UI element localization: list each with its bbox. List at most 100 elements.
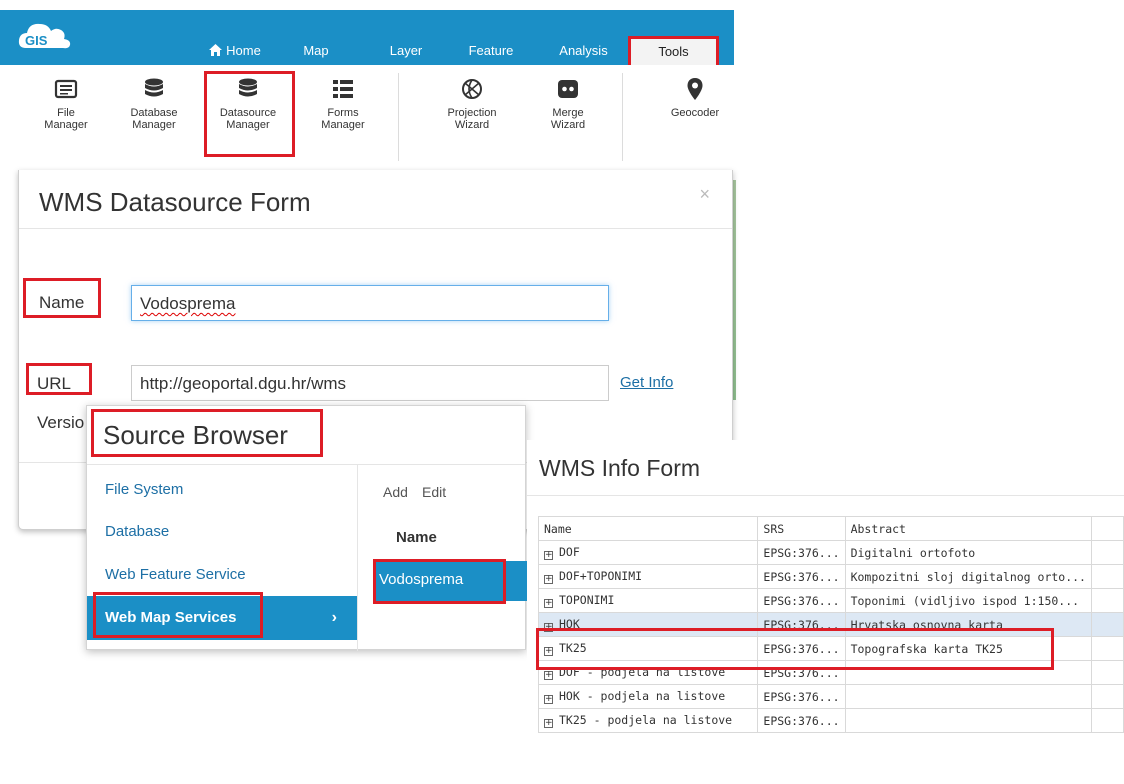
expand-icon[interactable]: + bbox=[544, 671, 553, 680]
row-abstract bbox=[844, 684, 1092, 709]
row-filler bbox=[1090, 540, 1124, 565]
row-name: TK25 - podjela na listove bbox=[559, 713, 733, 727]
row-filler bbox=[1090, 684, 1124, 709]
forms-manager-label-2: Manager bbox=[321, 119, 365, 131]
row-name: TOPONIMI bbox=[559, 593, 615, 607]
projection-wizard-label-2: Wizard bbox=[454, 119, 490, 131]
row-name-cell: + TOPONIMI bbox=[537, 588, 759, 613]
source-item-file-system[interactable]: File System bbox=[87, 468, 357, 512]
row-abstract bbox=[844, 708, 1092, 733]
nav-home-tab[interactable]: Home bbox=[200, 40, 270, 62]
tools-ribbon: File Manager Database Manager Datasource Ma… bbox=[0, 65, 734, 170]
column-header-name[interactable]: Name bbox=[537, 516, 759, 541]
row-filler bbox=[1090, 588, 1124, 613]
highlight-url-label bbox=[26, 363, 92, 395]
row-name: DOF+TOPONIMI bbox=[559, 569, 643, 583]
expand-icon[interactable]: + bbox=[544, 719, 553, 728]
row-abstract: Digitalni ortofoto bbox=[844, 540, 1092, 565]
table-row[interactable]: + DOF EPSG:376... Digitalni ortofoto bbox=[537, 540, 1124, 565]
divider bbox=[87, 464, 525, 465]
projection-wizard-button[interactable]: Projection Wizard bbox=[435, 77, 509, 131]
expand-icon[interactable]: + bbox=[544, 695, 553, 704]
nav-layer-label: Layer bbox=[389, 43, 423, 58]
nav-home-label: Home bbox=[226, 43, 261, 58]
merge-wizard-label-1: Merge bbox=[552, 107, 584, 119]
name-column-header: Name bbox=[396, 529, 437, 546]
version-label: Versio bbox=[37, 413, 85, 432]
row-filler bbox=[1090, 564, 1124, 589]
row-name-cell: + TK25 - podjela na listove bbox=[537, 708, 759, 733]
row-name-cell: + DOF bbox=[537, 540, 759, 565]
ribbon-separator bbox=[622, 73, 623, 161]
url-field[interactable]: http://geoportal.dgu.hr/wms bbox=[131, 365, 609, 401]
source-item-label: File System bbox=[105, 481, 184, 498]
row-abstract: Kompozitni sloj digitalnog orto... bbox=[844, 564, 1092, 589]
geocoder-label: Geocoder bbox=[670, 107, 720, 119]
database-manager-label-1: Database bbox=[130, 107, 178, 119]
row-srs: EPSG:376... bbox=[757, 588, 846, 613]
nav-tools-tab[interactable]: Tools bbox=[628, 36, 719, 68]
highlight-web-map-services bbox=[93, 592, 263, 638]
geocoder-button[interactable]: Geocoder bbox=[658, 77, 732, 119]
nav-feature-tab[interactable]: Feature bbox=[460, 40, 522, 62]
top-navigation: GIS Home Map Layer Feature Analysis Tool… bbox=[0, 10, 734, 68]
globe-projection-icon bbox=[462, 79, 482, 99]
column-header-srs[interactable]: SRS bbox=[757, 516, 846, 541]
table-header-row: Name SRS Abstract bbox=[537, 516, 1124, 541]
merge-icon bbox=[558, 80, 578, 98]
source-item-label: Database bbox=[105, 523, 170, 540]
nav-analysis-tab[interactable]: Analysis bbox=[551, 40, 616, 62]
expand-icon[interactable]: + bbox=[544, 575, 553, 584]
row-filler bbox=[1090, 708, 1124, 733]
divider bbox=[19, 228, 732, 229]
add-button[interactable]: Add bbox=[383, 484, 408, 500]
expand-icon[interactable]: + bbox=[544, 551, 553, 560]
forms-manager-button[interactable]: Forms Manager bbox=[306, 77, 380, 131]
chevron-right-icon: › bbox=[331, 609, 337, 626]
database-icon bbox=[145, 78, 163, 97]
forms-list-icon bbox=[333, 80, 353, 98]
nav-map-tab[interactable]: Map bbox=[296, 40, 336, 62]
row-filler bbox=[1090, 612, 1124, 637]
highlight-hok-row bbox=[536, 628, 1054, 670]
row-srs: EPSG:376... bbox=[757, 684, 846, 709]
name-value: Vodosprema bbox=[140, 294, 236, 313]
svg-text:GIS: GIS bbox=[25, 33, 48, 48]
highlight-name-label bbox=[23, 278, 101, 318]
home-icon bbox=[209, 44, 223, 56]
table-row[interactable]: + TK25 - podjela na listove EPSG:376... bbox=[537, 708, 1124, 733]
database-manager-button[interactable]: Database Manager bbox=[117, 77, 191, 131]
edit-button[interactable]: Edit bbox=[422, 484, 446, 500]
get-info-link[interactable]: Get Info bbox=[620, 374, 673, 391]
file-manager-button[interactable]: File Manager bbox=[29, 77, 103, 131]
map-background-edge bbox=[733, 180, 736, 400]
highlight-source-browser-title bbox=[91, 409, 323, 457]
name-field[interactable]: Vodosprema bbox=[131, 285, 609, 321]
row-filler bbox=[1090, 660, 1124, 685]
table-row[interactable]: + TOPONIMI EPSG:376... Toponimi (vidljivo i… bbox=[537, 588, 1124, 613]
row-name-cell: + DOF+TOPONIMI bbox=[537, 564, 759, 589]
table-row[interactable]: + DOF+TOPONIMI EPSG:376... Kompozitni sloj … bbox=[537, 564, 1124, 589]
column-header-abstract[interactable]: Abstract bbox=[844, 516, 1092, 541]
highlight-datasource-manager bbox=[204, 71, 295, 157]
nav-layer-tab[interactable]: Layer bbox=[381, 40, 431, 62]
source-item-database[interactable]: Database bbox=[87, 510, 357, 554]
expand-icon[interactable]: + bbox=[544, 599, 553, 608]
close-icon[interactable]: × bbox=[699, 184, 710, 205]
database-manager-label-2: Manager bbox=[132, 119, 176, 131]
source-browser-panel: Source Browser File System Database Web … bbox=[86, 405, 527, 651]
datasource-form-title: WMS Datasource Form bbox=[39, 187, 311, 217]
merge-wizard-button[interactable]: Merge Wizard bbox=[531, 77, 605, 131]
source-item-web-feature-service[interactable]: Web Feature Service bbox=[87, 553, 357, 597]
row-name-cell: + HOK - podjela na listove bbox=[537, 684, 759, 709]
column-header-empty bbox=[1090, 516, 1124, 541]
nav-analysis-label: Analysis bbox=[559, 43, 608, 58]
row-srs: EPSG:376... bbox=[757, 564, 846, 589]
wms-info-form: WMS Info Form Name SRS Abstract + DOF EPSG… bbox=[527, 440, 1124, 784]
gis-cloud-logo-icon[interactable]: GIS bbox=[16, 18, 72, 54]
row-name: HOK - podjela na listove bbox=[559, 689, 726, 703]
source-item-label: Web Feature Service bbox=[105, 566, 246, 583]
nav-tools-label: Tools bbox=[658, 44, 689, 59]
row-srs: EPSG:376... bbox=[757, 708, 846, 733]
table-row[interactable]: + HOK - podjela na listove EPSG:376... bbox=[537, 684, 1124, 709]
